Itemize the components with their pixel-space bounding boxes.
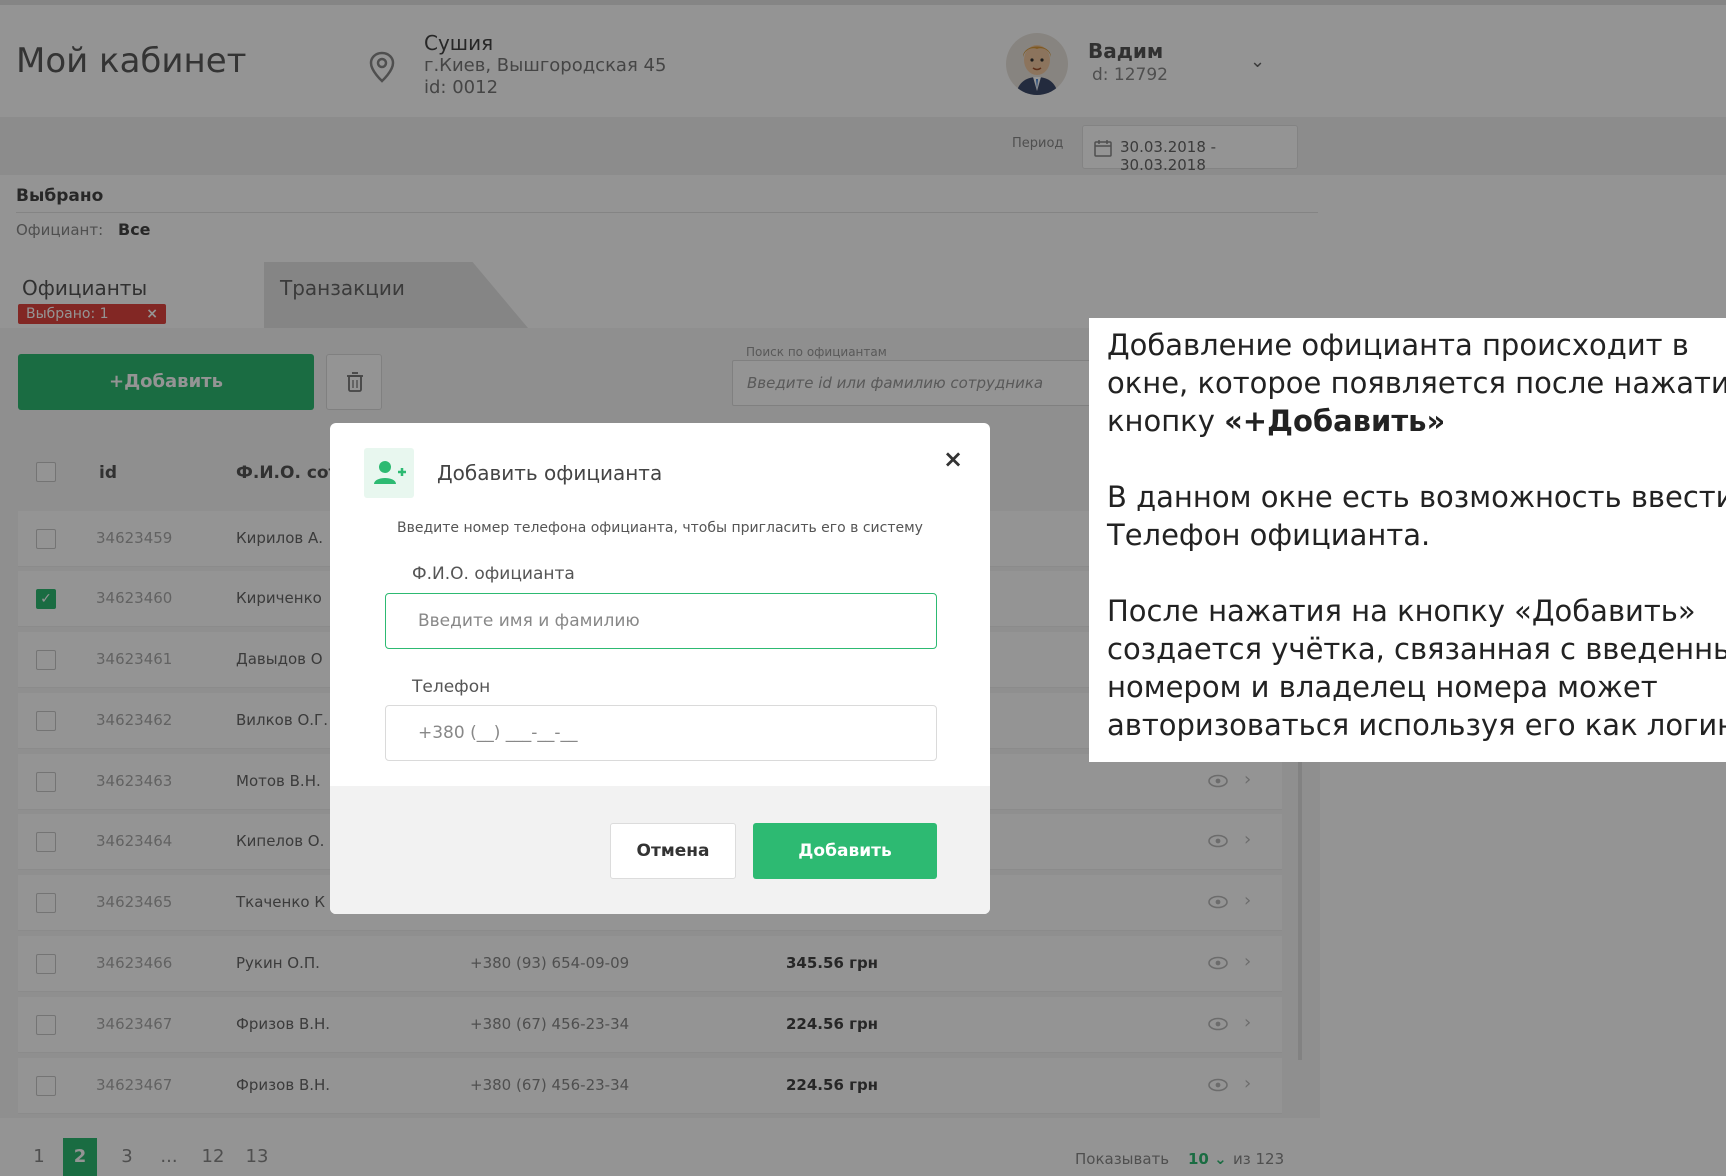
modal-footer: Отмена Добавить xyxy=(330,786,990,914)
add-waiter-modal: Добавить официанта × Введите номер телеф… xyxy=(330,423,990,914)
note-line: создается учётка, связанная с введенным xyxy=(1107,632,1726,666)
phone-field[interactable]: +380 (__) ___-__-__ xyxy=(385,705,937,761)
note-line: Телефон официанта. xyxy=(1107,518,1431,552)
note-line: После нажатия на кнопку «Добавить» xyxy=(1107,594,1696,628)
add-user-icon xyxy=(364,448,414,498)
note-emphasis: «+Добавить» xyxy=(1224,404,1446,438)
note-line: кнопку «+Добавить» xyxy=(1107,402,1726,440)
add-button[interactable]: Добавить xyxy=(753,823,937,879)
note-line: авторизоваться используя его как логин xyxy=(1107,708,1726,742)
name-field[interactable]: Введите имя и фамилию xyxy=(385,593,937,649)
phone-field-label: Телефон xyxy=(412,677,491,697)
cancel-button[interactable]: Отмена xyxy=(610,823,736,879)
note-line: окне, которое появляется после нажатия xyxy=(1107,366,1726,400)
modal-description: Введите номер телефона официанта, чтобы … xyxy=(397,520,923,536)
modal-title: Добавить официанта xyxy=(437,461,663,485)
note-line: номером и владелец номера может xyxy=(1107,670,1658,704)
note-line: Добавление официанта происходит в xyxy=(1107,328,1689,362)
note-text: кнопку xyxy=(1107,404,1225,438)
close-icon[interactable]: × xyxy=(943,445,963,473)
annotation-note: Добавление официанта происходит в окне, … xyxy=(1089,318,1726,762)
name-field-label: Ф.И.О. официанта xyxy=(412,564,575,584)
note-line: В данном окне есть возможность ввести xyxy=(1107,480,1726,514)
